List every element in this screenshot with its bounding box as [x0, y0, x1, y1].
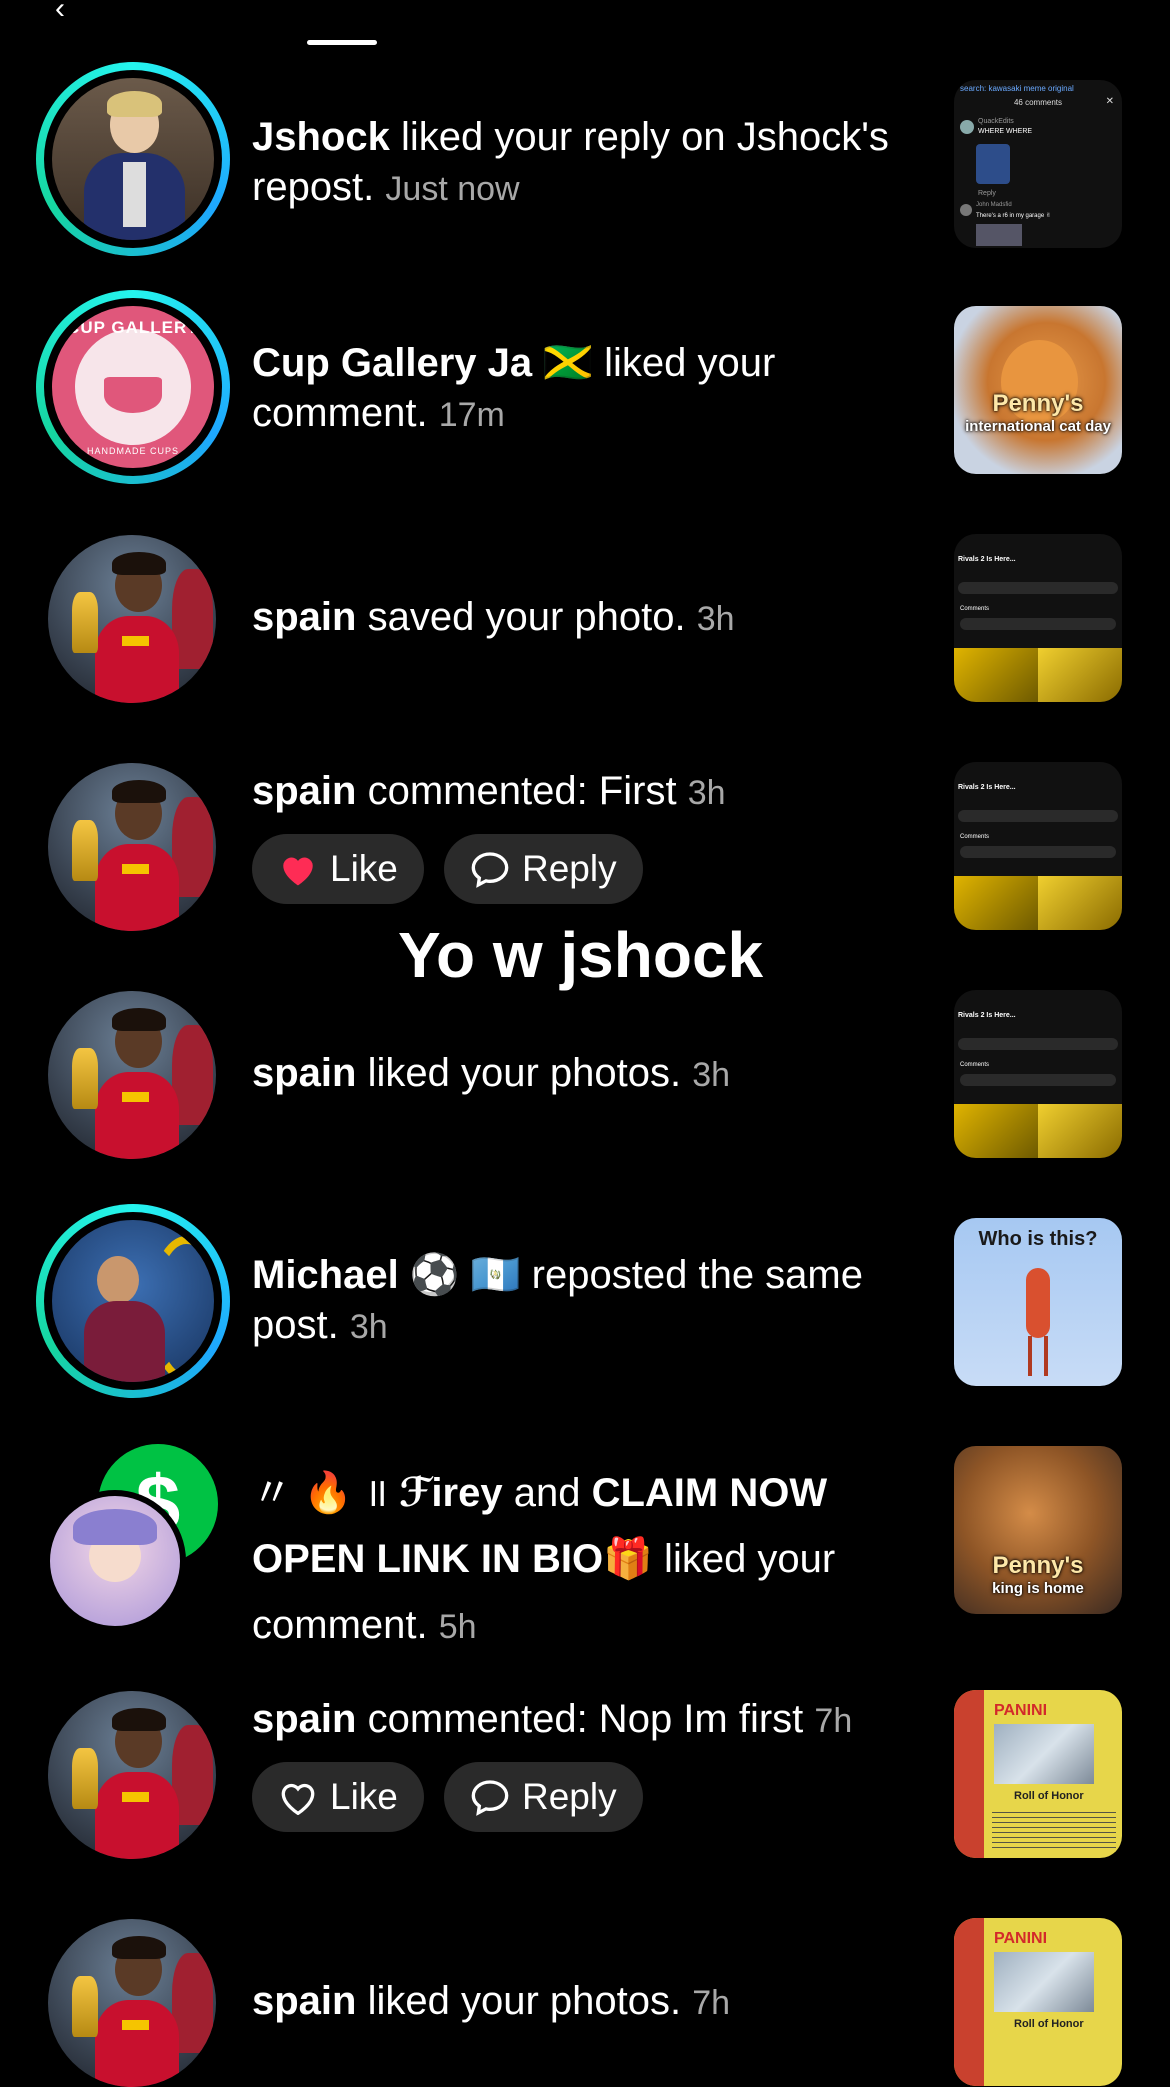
active-tab-indicator	[307, 40, 377, 45]
notification-row[interactable]: Michael ⚽ 🇬🇹 reposted the same post. 3h …	[0, 1204, 1170, 1404]
trophy-icon	[71, 1748, 99, 1809]
like-button[interactable]: Like	[252, 1762, 424, 1832]
comment-icon	[471, 1780, 509, 1816]
avatar[interactable]	[52, 1220, 214, 1382]
character-figure	[1026, 1268, 1050, 1338]
trophy-icon	[71, 1048, 99, 1109]
cup-icon	[103, 377, 163, 413]
notification-row[interactable]: spain saved your photo. 3h Rivals 2 Is H…	[0, 530, 1170, 710]
like-button[interactable]: Like	[252, 834, 424, 904]
notification-row[interactable]: spain liked your photos. 7h PANINI Roll …	[0, 1914, 1170, 2087]
post-thumbnail[interactable]: Rivals 2 Is Here... Comments	[954, 990, 1122, 1158]
avatar[interactable]: CUP GALLERY HANDMADE CUPS	[52, 306, 214, 468]
trophy-icon	[71, 1976, 99, 2037]
username[interactable]: Jshock	[252, 115, 390, 159]
post-thumbnail[interactable]: search: kawasaki meme original 46 commen…	[954, 80, 1122, 248]
notification-text: spain liked your photos. 3h	[252, 1051, 731, 1095]
username[interactable]: spain	[252, 769, 356, 813]
timestamp: 5h	[438, 1608, 477, 1646]
avatar[interactable]	[48, 1691, 216, 1859]
heart-outline-icon	[281, 1783, 315, 1815]
notification-text: Jshock liked your reply on Jshock's repo…	[252, 115, 889, 209]
avatar[interactable]	[44, 1490, 186, 1632]
notification-row[interactable]: Jshock liked your reply on Jshock's repo…	[0, 62, 1170, 262]
username[interactable]: spain	[252, 595, 356, 639]
notification-row[interactable]: $ 〃 🔥 ॥ ℱirey and CLAIM NOW OPEN LINK IN…	[0, 1442, 1170, 1682]
post-thumbnail[interactable]: Penny's king is home	[954, 1446, 1122, 1614]
back-icon[interactable]: ‹	[55, 0, 65, 26]
notification-text: spain commented: First 3h	[252, 769, 726, 813]
trophy-icon	[71, 592, 99, 653]
post-thumbnail[interactable]: Rivals 2 Is Here... Comments	[954, 534, 1122, 702]
notification-text: 〃 🔥 ॥ ℱirey and CLAIM NOW OPEN LINK IN B…	[252, 1471, 836, 1647]
overlay-caption: Yo w jshock	[398, 919, 764, 991]
timestamp: Just now	[385, 170, 520, 208]
notification-text: Cup Gallery Ja 🇯🇲 liked your comment. 17…	[252, 341, 776, 435]
username[interactable]: Michael ⚽ 🇬🇹	[252, 1253, 521, 1297]
timestamp: 17m	[438, 396, 505, 434]
trophy-icon	[71, 820, 99, 881]
post-thumbnail[interactable]: PANINI Roll of Honor	[954, 1918, 1122, 2086]
reply-button[interactable]: Reply	[444, 1762, 643, 1832]
notification-text: spain saved your photo. 3h	[252, 595, 735, 639]
notification-text: spain commented: Nop Im first 7h	[252, 1697, 853, 1741]
timestamp: 3h	[692, 1056, 731, 1094]
post-thumbnail[interactable]: PANINI Roll of Honor	[954, 1690, 1122, 1858]
notification-row[interactable]: spain liked your photos. 3h Rivals 2 Is …	[0, 986, 1170, 1166]
username[interactable]: spain	[252, 1979, 356, 2023]
avatar[interactable]	[48, 535, 216, 703]
username[interactable]: Cup Gallery Ja 🇯🇲	[252, 341, 593, 385]
timestamp: 3h	[687, 774, 726, 812]
post-thumbnail[interactable]: Who is this?	[954, 1218, 1122, 1386]
username[interactable]: ℱirey	[399, 1471, 502, 1515]
avatar[interactable]	[52, 78, 214, 240]
avatar[interactable]	[48, 991, 216, 1159]
heart-filled-icon	[283, 857, 313, 886]
username[interactable]: spain	[252, 1051, 356, 1095]
comment-icon	[471, 852, 509, 888]
close-icon: ✕	[1105, 96, 1114, 107]
notification-row[interactable]: CUP GALLERY HANDMADE CUPS Cup Gallery Ja…	[0, 290, 1170, 490]
avatar	[960, 120, 974, 134]
timestamp: 7h	[692, 1984, 731, 2022]
timestamp: 7h	[814, 1702, 853, 1740]
avatar[interactable]	[48, 1919, 216, 2087]
post-thumbnail[interactable]: Rivals 2 Is Here... Comments	[954, 762, 1122, 930]
reply-button[interactable]: Reply	[444, 834, 643, 904]
avatar[interactable]	[48, 763, 216, 931]
notification-text: spain liked your photos. 7h	[252, 1979, 731, 2023]
timestamp: 3h	[349, 1308, 388, 1346]
notification-row[interactable]: spain commented: Nop Im first 7h Like Re…	[0, 1686, 1170, 1886]
notification-text: Michael ⚽ 🇬🇹 reposted the same post. 3h	[252, 1253, 863, 1347]
username[interactable]: spain	[252, 1697, 356, 1741]
post-thumbnail[interactable]: Penny's international cat day	[954, 306, 1122, 474]
timestamp: 3h	[696, 600, 735, 638]
